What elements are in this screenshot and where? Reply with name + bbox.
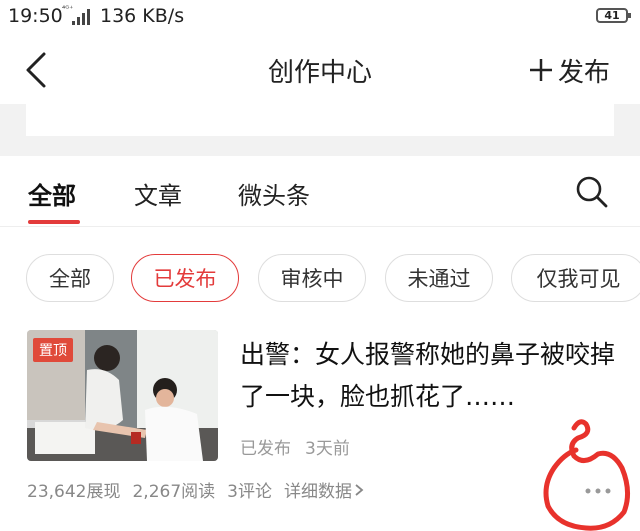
tab-active-indicator	[28, 220, 80, 224]
plus-icon	[530, 59, 552, 81]
more-dots-icon[interactable]	[580, 484, 616, 498]
impressions-count: 23,642展现	[27, 482, 121, 502]
chevron-right-icon	[355, 483, 364, 496]
status-time: 19:50	[8, 5, 63, 27]
publish-label: 发布	[558, 57, 611, 88]
reads-count: 2,267阅读	[132, 482, 216, 502]
filter-chip-reviewing[interactable]: 审核中	[258, 254, 366, 302]
status-bar: 19:50 ⁴ᴳ⁺ 136 KB/s 41	[0, 0, 640, 36]
app-header: 创作中心 发布	[0, 36, 640, 104]
banner-area	[0, 104, 640, 156]
battery-level: 41	[604, 9, 620, 22]
article-meta: 已发布 3天前	[240, 434, 350, 459]
tab-all[interactable]: 全部	[28, 176, 76, 211]
tab-articles[interactable]: 文章	[134, 176, 182, 211]
network-speed: 136 KB/s	[100, 5, 185, 27]
article-title[interactable]: 出警：女人报警称她的鼻子被咬掉了一块，脸也抓花了……	[240, 334, 620, 418]
detail-data-label: 详细数据	[283, 482, 352, 502]
banner-card	[26, 104, 614, 136]
search-icon[interactable]	[574, 174, 610, 210]
comments-count: 3评论	[227, 482, 272, 502]
pinned-badge: 置顶	[33, 338, 73, 362]
signal-icon	[72, 9, 92, 25]
article-thumbnail[interactable]: 置顶	[27, 330, 218, 461]
filter-bar: 全部 已发布 审核中 未通过 仅我可见	[0, 226, 640, 320]
article-status: 已发布	[240, 439, 291, 459]
tab-micro-posts[interactable]: 微头条	[238, 176, 310, 211]
publish-button[interactable]: 发布	[528, 52, 610, 88]
article-stats: 23,642展现 2,267阅读 3评论 详细数据	[27, 477, 364, 502]
filter-chip-rejected[interactable]: 未通过	[385, 254, 493, 302]
detail-data-link[interactable]: 详细数据	[284, 477, 364, 502]
filter-chip-all[interactable]: 全部	[26, 254, 114, 302]
article-card[interactable]: 置顶 出警：女人报警称她的鼻子被咬掉了一块，脸也抓花了…… 已发布 3天前 23…	[0, 320, 640, 531]
article-time: 3天前	[305, 439, 350, 459]
filter-chip-published[interactable]: 已发布	[131, 254, 239, 302]
tab-bar: 全部 文章 微头条	[0, 156, 640, 226]
battery-icon: 41	[596, 8, 631, 23]
filter-chip-private[interactable]: 仅我可见	[511, 254, 640, 302]
